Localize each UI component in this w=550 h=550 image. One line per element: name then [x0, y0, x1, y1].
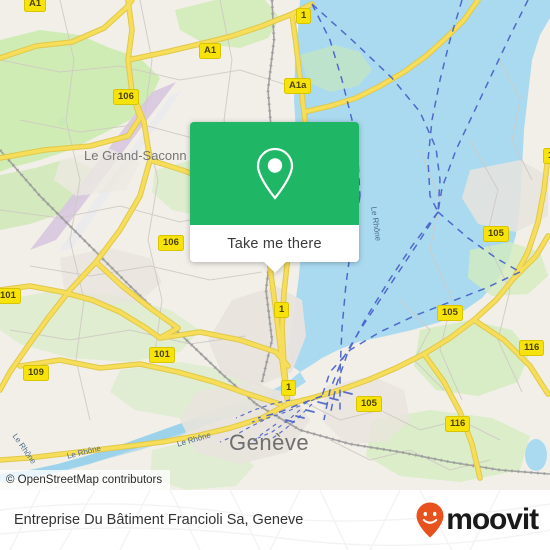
road-shield-1-rightedge[interactable]: 1	[543, 148, 550, 164]
map-attribution[interactable]: © OpenStreetMap contributors	[0, 470, 171, 490]
road-shield-a1-topleft[interactable]: A1	[24, 0, 47, 12]
road-shield-105-bay[interactable]: 105	[437, 305, 463, 321]
callout-pointer	[262, 261, 287, 273]
map-pin-icon	[256, 147, 293, 200]
take-me-there-callout[interactable]: Take me there	[190, 122, 359, 273]
road-shield-116-east[interactable]: 116	[519, 340, 545, 356]
road-shield-116-south[interactable]: 116	[445, 416, 471, 432]
road-shield-1-north[interactable]: 1	[296, 8, 312, 24]
road-shield-106-south[interactable]: 106	[158, 235, 184, 251]
moovit-logo[interactable]: moovit	[415, 501, 539, 539]
moovit-smiley-pin-icon	[416, 502, 444, 538]
road-shield-a1a[interactable]: A1a	[284, 78, 312, 94]
road-shield-101-left[interactable]: 101	[0, 288, 21, 304]
moovit-map-page: Le Grand-Saconn Genève Le Rhône Le Rhône…	[0, 0, 550, 550]
road-shield-105-south[interactable]: 105	[356, 396, 382, 412]
footer-bar: Entreprise Du Bâtiment Francioli Sa, Gen…	[0, 490, 550, 550]
road-shield-106-north[interactable]: 106	[113, 89, 139, 105]
road-shield-105-east[interactable]: 105	[483, 226, 509, 242]
page-title: Entreprise Du Bâtiment Francioli Sa, Gen…	[14, 512, 304, 528]
road-shield-109[interactable]: 109	[23, 365, 49, 381]
road-shield-1-mid[interactable]: 1	[274, 302, 290, 318]
moovit-wordmark: moovit	[446, 503, 539, 536]
callout-icon-area	[190, 122, 359, 225]
road-shield-1-south[interactable]: 1	[281, 380, 297, 396]
take-me-there-label: Take me there	[227, 235, 322, 252]
road-shield-101-mid[interactable]: 101	[149, 347, 175, 363]
road-shield-a1[interactable]: A1	[199, 43, 222, 59]
take-me-there-button[interactable]: Take me there	[190, 225, 359, 273]
